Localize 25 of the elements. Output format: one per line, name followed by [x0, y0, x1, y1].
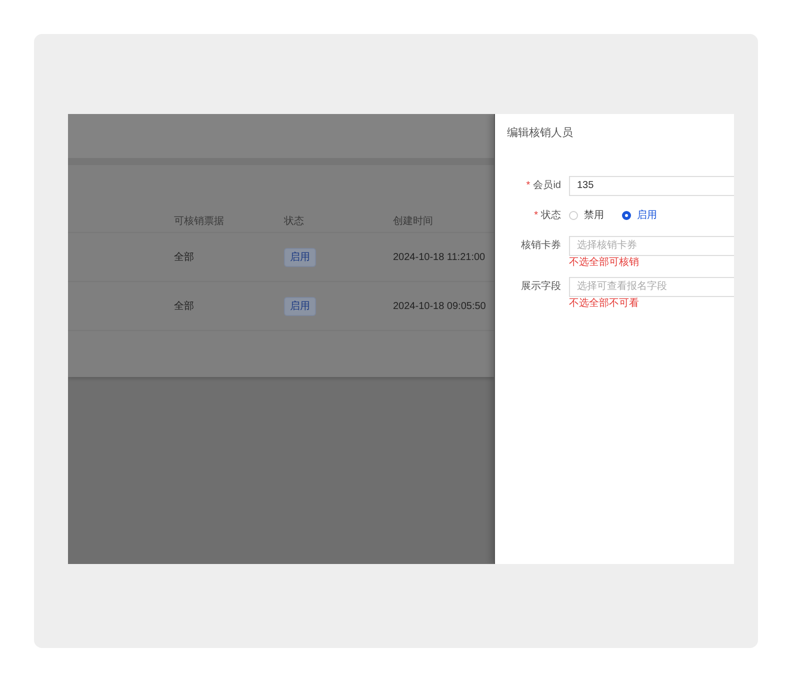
column-header: 可核销票据 — [174, 214, 225, 228]
status-badge: 启用 — [284, 248, 316, 266]
field-label: 状态 — [541, 208, 561, 223]
column-header: 创建时间 — [393, 214, 434, 228]
select-field[interactable]: 选择核销卡券 — [569, 236, 734, 256]
table-cell-text: 2024-10-18 09:05:50 — [393, 300, 486, 314]
table-cell-text: 全部 — [174, 300, 195, 314]
select-field[interactable]: 选择可查看报名字段 — [569, 276, 734, 296]
field-hint: 不选全部可核销 — [569, 256, 640, 268]
field-label: 展示字段 — [521, 280, 561, 294]
field-label: 会员id — [533, 179, 561, 193]
radio-option[interactable]: 禁用 — [569, 208, 604, 223]
required-mark: * — [534, 209, 538, 223]
status-badge: 启用 — [284, 296, 316, 316]
drawer-title: 编辑核销人员 — [507, 126, 574, 141]
table-cell-text: 全部 — [174, 250, 195, 264]
field-label: 核销卡券 — [521, 238, 561, 253]
input-field[interactable]: 135 — [569, 176, 734, 196]
radio-option[interactable]: 启用 — [622, 208, 657, 223]
radio-icon — [622, 211, 631, 220]
column-header: 状态 — [284, 214, 305, 228]
radio-icon — [569, 211, 578, 220]
table-cell-text: 2024-10-18 11:21:00 — [393, 250, 486, 264]
field-hint: 不选全部不可看 — [569, 298, 640, 310]
required-mark: * — [526, 179, 530, 193]
